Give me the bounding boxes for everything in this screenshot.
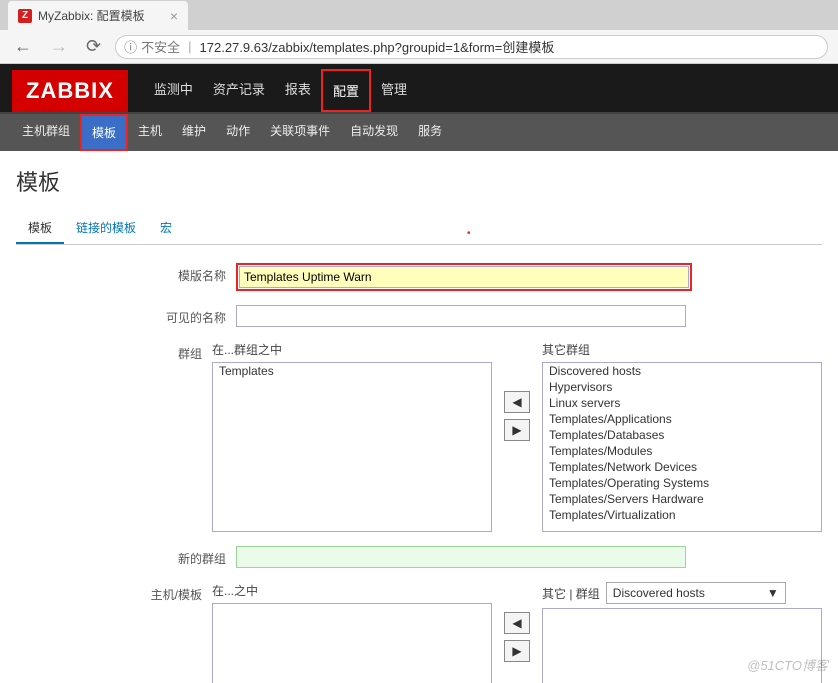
list-item[interactable]: Linux servers xyxy=(543,395,821,411)
sub-nav: 主机群组 模板 主机 维护 动作 关联项事件 自动发现 服务 xyxy=(0,114,838,151)
list-item[interactable]: Templates/Modules xyxy=(543,443,821,459)
list-item[interactable]: Templates/Applications xyxy=(543,411,821,427)
subnav-hostgroups[interactable]: 主机群组 xyxy=(12,114,80,151)
in-label: 在...之中 xyxy=(212,582,492,599)
mainnav-monitoring[interactable]: 监测中 xyxy=(144,69,203,112)
zabbix-header: ZABBIX 监测中 资产记录 报表 配置 管理 xyxy=(0,64,838,114)
list-item[interactable]: Templates/Databases xyxy=(543,427,821,443)
template-name-input[interactable] xyxy=(239,266,689,288)
reload-button[interactable]: ⟳ xyxy=(82,36,105,57)
browser-tab[interactable]: Z MyZabbix: 配置模板 × xyxy=(8,1,188,30)
other-group-select-label: 其它 | 群组 xyxy=(542,585,600,602)
template-form: 模版名称 可见的名称 群组 xyxy=(16,263,822,683)
main-nav: 监测中 资产记录 报表 配置 管理 xyxy=(144,69,417,112)
mainnav-reports[interactable]: 报表 xyxy=(275,69,321,112)
in-hosts-listbox[interactable] xyxy=(212,603,492,683)
list-item[interactable]: Templates/Network Devices xyxy=(543,459,821,475)
subnav-correlation[interactable]: 关联项事件 xyxy=(260,114,340,151)
tab-close-icon[interactable]: × xyxy=(170,8,178,24)
host-template-label: 主机/模板 xyxy=(16,582,212,603)
marker-icon: • xyxy=(467,228,471,239)
back-button[interactable]: ← xyxy=(10,36,36,57)
in-groups-label: 在...群组之中 xyxy=(212,341,492,358)
tab-template[interactable]: 模板 xyxy=(16,213,64,244)
subnav-actions[interactable]: 动作 xyxy=(216,114,260,151)
subnav-maintenance[interactable]: 维护 xyxy=(172,114,216,151)
mainnav-inventory[interactable]: 资产记录 xyxy=(203,69,275,112)
forward-button[interactable]: → xyxy=(46,36,72,57)
tab-macros[interactable]: 宏 xyxy=(148,213,184,244)
list-item[interactable]: Discovered hosts xyxy=(543,363,821,379)
list-item[interactable]: Hypervisors xyxy=(543,379,821,395)
browser-toolbar: ← → ⟳ ⓘ 不安全 | 172.27.9.63/zabbix/templat… xyxy=(0,30,838,64)
mainnav-administration[interactable]: 管理 xyxy=(371,69,417,112)
groups-label: 群组 xyxy=(16,341,212,362)
zabbix-logo[interactable]: ZABBIX xyxy=(12,70,128,112)
in-groups-listbox[interactable]: Templates xyxy=(212,362,492,532)
watermark: @51CTO博客 xyxy=(747,655,828,674)
other-group-select[interactable]: Discovered hosts ▼ xyxy=(606,582,786,604)
list-item[interactable]: Templates/Servers Hardware xyxy=(543,491,821,507)
other-groups-label: 其它群组 xyxy=(542,341,822,358)
select-value: Discovered hosts xyxy=(613,586,705,600)
tab-favicon: Z xyxy=(18,9,32,23)
subnav-services[interactable]: 服务 xyxy=(408,114,452,151)
list-item[interactable]: Templates/Operating Systems xyxy=(543,475,821,491)
form-tabs: 模板 链接的模板 宏 xyxy=(16,213,822,245)
move-right-button-2[interactable]: ▶ xyxy=(504,640,530,662)
move-right-button[interactable]: ▶ xyxy=(504,419,530,441)
subnav-discovery[interactable]: 自动发现 xyxy=(340,114,408,151)
new-group-input[interactable] xyxy=(236,546,686,568)
address-bar[interactable]: ⓘ 不安全 | 172.27.9.63/zabbix/templates.php… xyxy=(115,35,828,59)
move-left-button[interactable]: ◀ xyxy=(504,391,530,413)
page-title: 模板 xyxy=(16,165,822,197)
security-warning: ⓘ 不安全 xyxy=(124,37,180,56)
mainnav-configuration[interactable]: 配置 xyxy=(321,69,371,112)
move-left-button-2[interactable]: ◀ xyxy=(504,612,530,634)
browser-tab-strip: Z MyZabbix: 配置模板 × xyxy=(0,0,838,30)
tab-title: MyZabbix: 配置模板 xyxy=(38,7,145,24)
url-text: 172.27.9.63/zabbix/templates.php?groupid… xyxy=(200,37,555,56)
visible-name-input[interactable] xyxy=(236,305,686,327)
visible-name-label: 可见的名称 xyxy=(16,305,236,326)
subnav-templates[interactable]: 模板 xyxy=(80,114,128,151)
list-item[interactable]: Templates/Virtualization xyxy=(543,507,821,523)
subnav-hosts[interactable]: 主机 xyxy=(128,114,172,151)
new-group-label: 新的群组 xyxy=(16,546,236,567)
page-content: 模板 模板 链接的模板 宏 • 模版名称 可见的名称 xyxy=(0,151,838,683)
list-item[interactable]: Templates xyxy=(213,363,491,379)
other-groups-listbox[interactable]: Discovered hosts Hypervisors Linux serve… xyxy=(542,362,822,532)
tab-linked-templates[interactable]: 链接的模板 xyxy=(64,213,148,244)
chevron-down-icon: ▼ xyxy=(767,586,779,600)
info-icon: ⓘ xyxy=(124,37,137,56)
template-name-label: 模版名称 xyxy=(16,263,236,284)
